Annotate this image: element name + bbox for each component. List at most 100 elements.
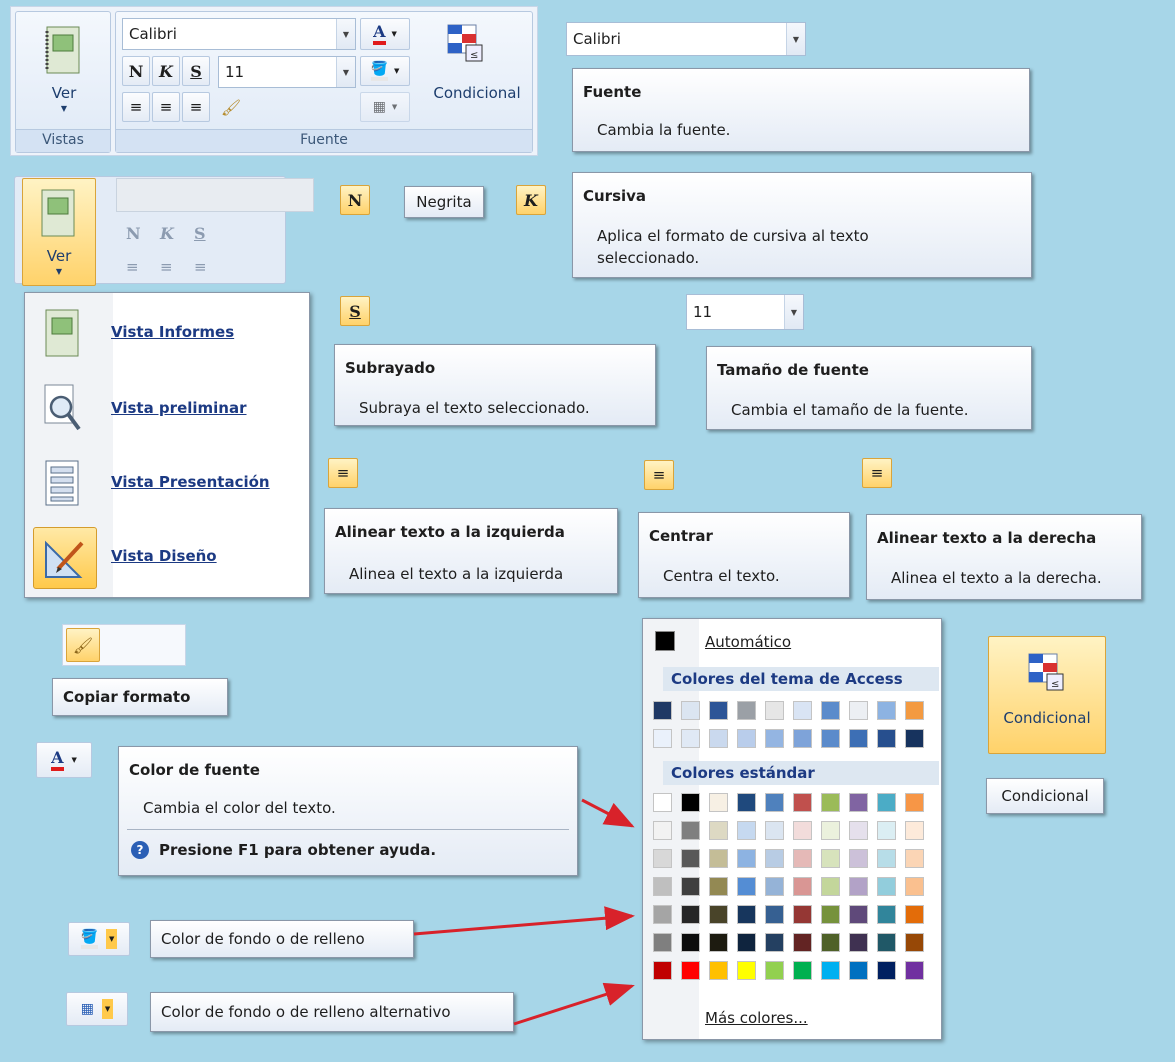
color-swatch[interactable]: [849, 821, 868, 840]
color-swatch[interactable]: [905, 729, 924, 748]
color-swatch[interactable]: [681, 933, 700, 952]
color-swatch[interactable]: [765, 793, 784, 812]
color-swatch[interactable]: [793, 905, 812, 924]
color-swatch[interactable]: [737, 905, 756, 924]
color-swatch[interactable]: [821, 961, 840, 980]
color-swatch[interactable]: [905, 821, 924, 840]
color-swatch[interactable]: [849, 877, 868, 896]
color-swatch[interactable]: [681, 849, 700, 868]
color-swatch[interactable]: [653, 961, 672, 980]
color-swatch[interactable]: [653, 849, 672, 868]
color-swatch[interactable]: [849, 849, 868, 868]
standard-swatches: [643, 791, 943, 991]
color-swatch[interactable]: [765, 729, 784, 748]
color-swatch[interactable]: [765, 877, 784, 896]
color-swatch[interactable]: [653, 933, 672, 952]
color-swatch[interactable]: [849, 729, 868, 748]
color-swatch[interactable]: [821, 933, 840, 952]
color-swatch[interactable]: [653, 701, 672, 720]
color-swatch[interactable]: [849, 793, 868, 812]
color-swatch[interactable]: [905, 849, 924, 868]
color-swatch[interactable]: [709, 793, 728, 812]
color-swatch[interactable]: [821, 821, 840, 840]
color-swatch[interactable]: [681, 877, 700, 896]
color-swatch[interactable]: [821, 905, 840, 924]
color-swatch[interactable]: [877, 793, 896, 812]
color-swatch[interactable]: [877, 877, 896, 896]
color-swatch[interactable]: [737, 821, 756, 840]
color-swatch[interactable]: [849, 701, 868, 720]
color-swatch[interactable]: [653, 905, 672, 924]
color-swatch[interactable]: [765, 849, 784, 868]
color-swatch[interactable]: [737, 961, 756, 980]
color-swatch[interactable]: [793, 933, 812, 952]
color-swatch[interactable]: [709, 877, 728, 896]
color-swatch[interactable]: [877, 821, 896, 840]
color-swatch[interactable]: [849, 961, 868, 980]
color-swatch[interactable]: [905, 905, 924, 924]
color-swatch[interactable]: [905, 877, 924, 896]
color-swatch[interactable]: [877, 701, 896, 720]
color-swatch[interactable]: [737, 701, 756, 720]
color-swatch[interactable]: [709, 905, 728, 924]
color-swatch[interactable]: [905, 961, 924, 980]
color-swatch[interactable]: [765, 905, 784, 924]
color-swatch[interactable]: [877, 933, 896, 952]
color-swatch[interactable]: [709, 821, 728, 840]
color-swatch[interactable]: [709, 961, 728, 980]
automatic-swatch: [655, 631, 675, 651]
color-swatch[interactable]: [709, 849, 728, 868]
color-swatch[interactable]: [737, 793, 756, 812]
automatic-color-row[interactable]: Automático: [643, 623, 941, 661]
color-swatch[interactable]: [793, 961, 812, 980]
color-swatch[interactable]: [681, 701, 700, 720]
color-swatch[interactable]: [681, 961, 700, 980]
color-swatch[interactable]: [765, 961, 784, 980]
color-swatch[interactable]: [765, 701, 784, 720]
more-colors-row[interactable]: Más colores...: [643, 1001, 941, 1037]
arrow-font-color: [581, 798, 635, 828]
color-swatch[interactable]: [793, 701, 812, 720]
color-swatch[interactable]: [821, 877, 840, 896]
color-swatch[interactable]: [681, 793, 700, 812]
color-swatch[interactable]: [737, 877, 756, 896]
color-swatch[interactable]: [821, 701, 840, 720]
color-swatch[interactable]: [849, 905, 868, 924]
color-swatch[interactable]: [765, 821, 784, 840]
color-swatch[interactable]: [905, 793, 924, 812]
color-swatch[interactable]: [737, 933, 756, 952]
color-swatch[interactable]: [653, 729, 672, 748]
color-swatch[interactable]: [905, 701, 924, 720]
svg-text:≤: ≤: [1051, 679, 1059, 690]
conditional-button-hot[interactable]: ≤ Condicional: [988, 636, 1106, 754]
color-swatch[interactable]: [793, 729, 812, 748]
color-swatch[interactable]: [765, 933, 784, 952]
color-swatch[interactable]: [709, 933, 728, 952]
color-swatch[interactable]: [681, 729, 700, 748]
color-swatch[interactable]: [821, 793, 840, 812]
color-swatch[interactable]: [877, 961, 896, 980]
color-swatch[interactable]: [793, 821, 812, 840]
color-swatch[interactable]: [653, 877, 672, 896]
color-swatch[interactable]: [653, 793, 672, 812]
color-swatch[interactable]: [877, 849, 896, 868]
color-swatch[interactable]: [737, 729, 756, 748]
color-swatch[interactable]: [793, 877, 812, 896]
color-swatch[interactable]: [737, 849, 756, 868]
color-swatch[interactable]: [681, 905, 700, 924]
color-swatch[interactable]: [681, 821, 700, 840]
color-swatch[interactable]: [709, 701, 728, 720]
color-swatch[interactable]: [793, 793, 812, 812]
conditional-format-icon: ≤: [1019, 649, 1073, 695]
color-swatch[interactable]: [905, 933, 924, 952]
color-swatch[interactable]: [877, 729, 896, 748]
color-swatch[interactable]: [821, 729, 840, 748]
standard-colors-header: Colores estándar: [663, 761, 939, 785]
color-swatch[interactable]: [793, 849, 812, 868]
color-swatch[interactable]: [877, 905, 896, 924]
more-colors-label: Más colores...: [705, 1009, 808, 1027]
color-swatch[interactable]: [653, 821, 672, 840]
color-swatch[interactable]: [709, 729, 728, 748]
color-swatch[interactable]: [849, 933, 868, 952]
color-swatch[interactable]: [821, 849, 840, 868]
